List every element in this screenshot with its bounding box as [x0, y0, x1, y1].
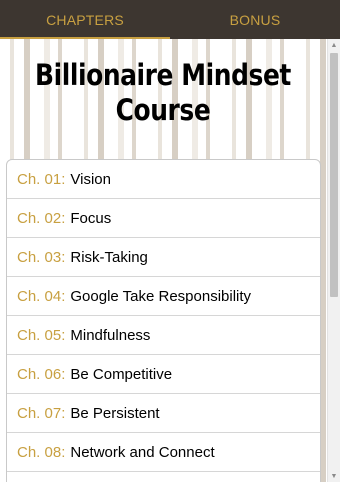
chapter-item-04[interactable]: Ch. 04: Google Take Responsibility: [7, 277, 320, 316]
course-title-line2: Course: [115, 93, 211, 127]
chapter-title: Focus: [70, 209, 112, 227]
chapter-number: Ch. 06:: [17, 365, 66, 383]
chapter-list: Ch. 01: Vision Ch. 02: Focus Ch. 03: Ris…: [6, 159, 321, 482]
course-title: Billionaire Mindset Course: [23, 58, 303, 128]
chapter-number: Ch. 01:: [17, 170, 66, 188]
chapter-number: Ch. 02:: [17, 209, 66, 227]
tab-bar: CHAPTERS BONUS: [0, 0, 340, 39]
chapter-item-06[interactable]: Ch. 06: Be Competitive: [7, 355, 320, 394]
chapter-number: Ch. 04:: [17, 287, 66, 305]
chapter-title: Vision: [70, 170, 111, 188]
chapter-title: Be Competitive: [70, 365, 173, 383]
chapter-item-01[interactable]: Ch. 01: Vision: [7, 160, 320, 199]
chapter-title: Network and Connect: [70, 443, 215, 461]
chapter-item-02[interactable]: Ch. 02: Focus: [7, 199, 320, 238]
tab-bonus[interactable]: BONUS: [170, 0, 340, 39]
scroll-down-arrow-icon[interactable]: ▼: [328, 470, 340, 482]
chapter-number: Ch. 07:: [17, 404, 66, 422]
chapter-title: Risk-Taking: [70, 248, 148, 266]
chapter-item-08[interactable]: Ch. 08: Network and Connect: [7, 433, 320, 472]
course-title-line1: Billionaire Mindset: [35, 58, 291, 92]
chapter-item-05[interactable]: Ch. 05: Mindfulness: [7, 316, 320, 355]
scroll-thumb[interactable]: [330, 53, 338, 297]
scroll-up-arrow-icon[interactable]: ▲: [328, 39, 340, 51]
chapter-item-07[interactable]: Ch. 07: Be Persistent: [7, 394, 320, 433]
chapter-title: Google Take Responsibility: [70, 287, 252, 305]
tab-chapters[interactable]: CHAPTERS: [0, 0, 170, 39]
chapter-item-03[interactable]: Ch. 03: Risk-Taking: [7, 238, 320, 277]
vertical-scrollbar[interactable]: ▲ ▼: [327, 39, 340, 482]
chapters-page: Billionaire Mindset Course Ch. 01: Visio…: [0, 39, 340, 482]
chapter-number: Ch. 03:: [17, 248, 66, 266]
chapter-number: Ch. 08:: [17, 443, 66, 461]
chapter-title: Mindfulness: [70, 326, 151, 344]
chapter-number: Ch. 05:: [17, 326, 66, 344]
chapter-title: Be Persistent: [70, 404, 160, 422]
